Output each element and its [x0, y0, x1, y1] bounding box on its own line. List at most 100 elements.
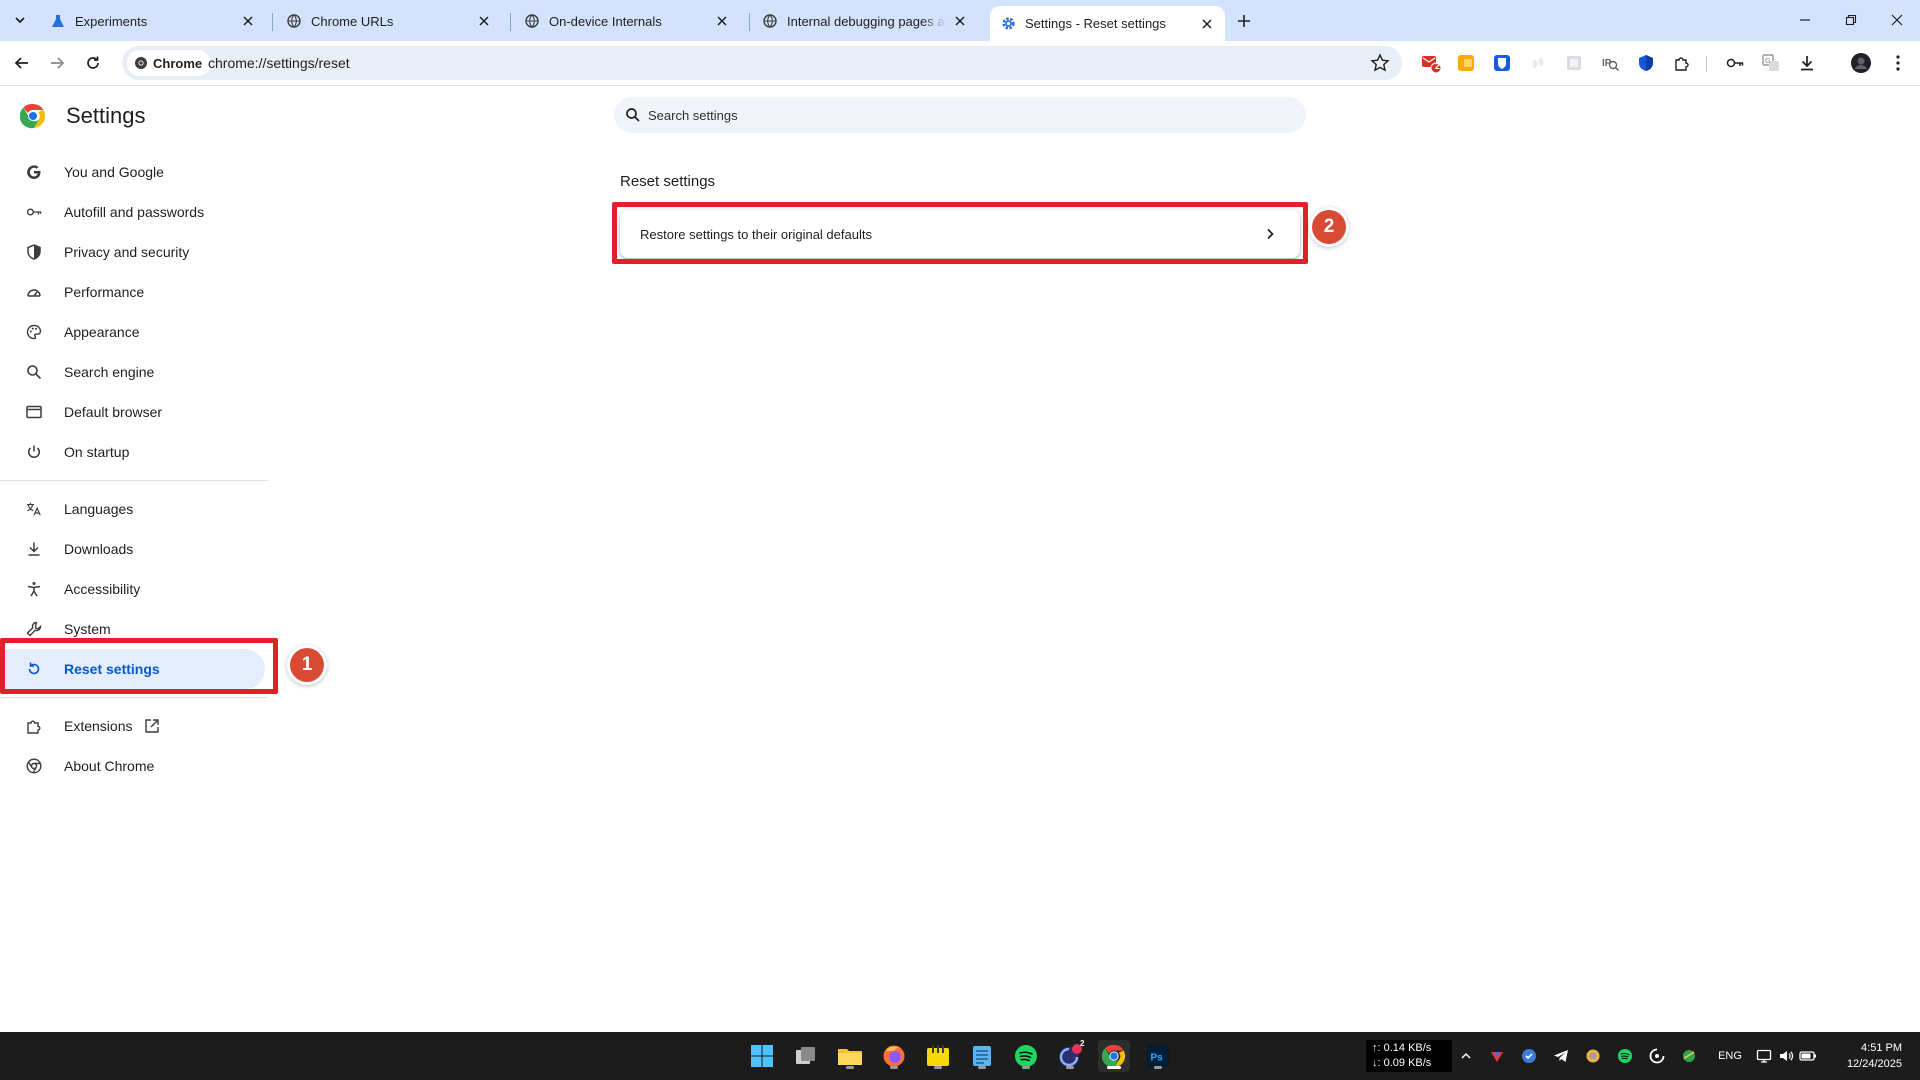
settings-search[interactable] [614, 97, 1306, 133]
language-indicator[interactable]: ENG [1716, 1046, 1744, 1066]
settings-header: Settings [20, 103, 146, 129]
shield-extension-icon[interactable] [1634, 51, 1658, 75]
close-icon[interactable] [476, 13, 492, 29]
taskbar-firefox[interactable] [878, 1040, 910, 1072]
tray-app-icon[interactable] [1583, 1046, 1603, 1066]
sidebar-item-appearance[interactable]: Appearance [0, 312, 265, 352]
sticky-notes-extension-icon[interactable] [1454, 51, 1478, 75]
download-speed: ↓: 0.09 KB/s [1372, 1057, 1432, 1069]
password-key-icon[interactable] [1723, 51, 1747, 75]
site-info-chip[interactable]: Chrome [127, 50, 212, 76]
tray-messenger-icon[interactable] [1647, 1046, 1667, 1066]
plus-icon [1238, 15, 1250, 27]
tab-chrome-urls[interactable]: Chrome URLs [276, 6, 502, 36]
close-icon[interactable] [240, 13, 256, 29]
close-icon[interactable] [1199, 16, 1215, 32]
close-icon[interactable] [714, 13, 730, 29]
sidebar-item-label: Autofill and passwords [64, 204, 205, 220]
google-g-icon [26, 164, 42, 180]
mail-extension-icon[interactable]: 2 [1419, 51, 1443, 75]
task-view-button[interactable] [790, 1040, 822, 1072]
windows-taskbar: 2 Ps ↑: 0.14 KB/s ↓: 0.09 KB/s ENG 4:51 … [0, 1032, 1920, 1080]
sidebar-item-accessibility[interactable]: Accessibility [0, 569, 265, 609]
tray-overflow-chevron[interactable] [1456, 1046, 1476, 1066]
back-button[interactable] [8, 49, 36, 77]
sidebar-item-label: Accessibility [64, 581, 141, 597]
tray-display-icon[interactable] [1754, 1046, 1774, 1066]
toolbar-divider [1706, 56, 1707, 72]
sidebar-item-privacy[interactable]: Privacy and security [0, 232, 265, 272]
window-close-button[interactable] [1874, 0, 1920, 40]
taskbar-photoshop[interactable]: Ps [1142, 1040, 1174, 1072]
ip-lookup-extension-icon[interactable]: IP [1598, 51, 1622, 75]
taskbar-chrome[interactable] [1098, 1040, 1130, 1072]
step-badge-2: 2 [1312, 210, 1346, 244]
sidebar-item-default-browser[interactable]: Default browser [0, 392, 265, 432]
palette-icon [26, 324, 42, 340]
sidebar-item-downloads[interactable]: Downloads [0, 529, 265, 569]
omnibox[interactable]: Chrome chrome://settings/reset [122, 46, 1402, 80]
download-icon [26, 541, 42, 557]
tab-settings-reset[interactable]: Settings - Reset settings [990, 6, 1225, 41]
sidebar-item-search-engine[interactable]: Search engine [0, 352, 265, 392]
section-title-reset-settings: Reset settings [620, 173, 716, 190]
translate-icon [26, 501, 42, 517]
restore-button[interactable] [1828, 0, 1874, 40]
sidebar-item-you-and-google[interactable]: You and Google [0, 152, 265, 192]
tray-vpn-icon[interactable] [1487, 1046, 1507, 1066]
sidebar-item-autofill[interactable]: Autofill and passwords [0, 192, 265, 232]
bookmark-star-icon[interactable] [1370, 53, 1390, 73]
tray-check-app-icon[interactable] [1519, 1046, 1539, 1066]
minimize-button[interactable] [1782, 0, 1828, 40]
tray-network-globe-icon[interactable] [1679, 1046, 1699, 1066]
extensions-puzzle-icon[interactable] [1670, 51, 1694, 75]
page-extension-icon[interactable] [1562, 51, 1586, 75]
tab-experiments[interactable]: Experiments [40, 6, 266, 36]
taskbar-notepad[interactable] [966, 1040, 998, 1072]
sidebar-item-extensions[interactable]: Extensions [0, 706, 265, 746]
taskbar-spotify[interactable] [1010, 1040, 1042, 1072]
tray-volume-icon[interactable] [1776, 1046, 1796, 1066]
restore-icon [1845, 14, 1857, 26]
tray-telegram-icon[interactable] [1551, 1046, 1571, 1066]
sidebar-item-on-startup[interactable]: On startup [0, 432, 265, 472]
close-icon[interactable] [952, 13, 968, 29]
reload-button[interactable] [79, 49, 107, 77]
svg-text:Ps: Ps [1151, 1053, 1164, 1064]
new-tab-button[interactable] [1232, 9, 1256, 33]
windows-logo-icon [751, 1045, 773, 1067]
tab-internal-debugging[interactable]: Internal debugging pages are c [752, 6, 978, 36]
tray-spotify-icon[interactable] [1615, 1046, 1635, 1066]
sidebar-item-languages[interactable]: Languages [0, 489, 265, 529]
download-icon[interactable] [1795, 51, 1819, 75]
kebab-menu-icon[interactable] [1886, 51, 1910, 75]
tab-on-device-internals[interactable]: On-device Internals [514, 6, 740, 36]
sidebar-item-about-chrome[interactable]: About Chrome [0, 746, 265, 786]
chevron-up-icon [1461, 1052, 1471, 1059]
profile-avatar-icon[interactable] [1849, 51, 1873, 75]
sidebar-item-label: Search engine [64, 364, 155, 380]
puzzle-icon [26, 718, 42, 734]
globe-icon [762, 13, 778, 29]
forward-button[interactable] [43, 49, 71, 77]
wrench-icon [26, 621, 42, 637]
browser-window-icon [26, 404, 42, 420]
start-button[interactable] [746, 1040, 778, 1072]
search-input[interactable] [648, 97, 1288, 133]
chrome-logo-icon [135, 57, 147, 69]
translate-icon[interactable]: G [1759, 51, 1783, 75]
system-clock[interactable]: 4:51 PM 12/24/2025 [1847, 1040, 1902, 1072]
tab-title: Settings - Reset settings [1025, 16, 1166, 31]
taskbar-file-explorer[interactable] [834, 1040, 866, 1072]
tray-battery-icon[interactable] [1798, 1046, 1818, 1066]
close-icon [1891, 14, 1903, 26]
taskbar-messenger-app[interactable]: 2 [1054, 1039, 1086, 1072]
bitwarden-extension-icon[interactable] [1490, 51, 1514, 75]
footprint-extension-icon[interactable] [1526, 51, 1550, 75]
taskbar-sticky-app[interactable] [922, 1040, 954, 1072]
tab-search-button[interactable] [8, 8, 32, 32]
sidebar-item-performance[interactable]: Performance [0, 272, 265, 312]
spotify-icon [1015, 1045, 1037, 1067]
svg-text:G: G [1765, 58, 1770, 65]
url-text[interactable]: chrome://settings/reset [208, 55, 350, 71]
